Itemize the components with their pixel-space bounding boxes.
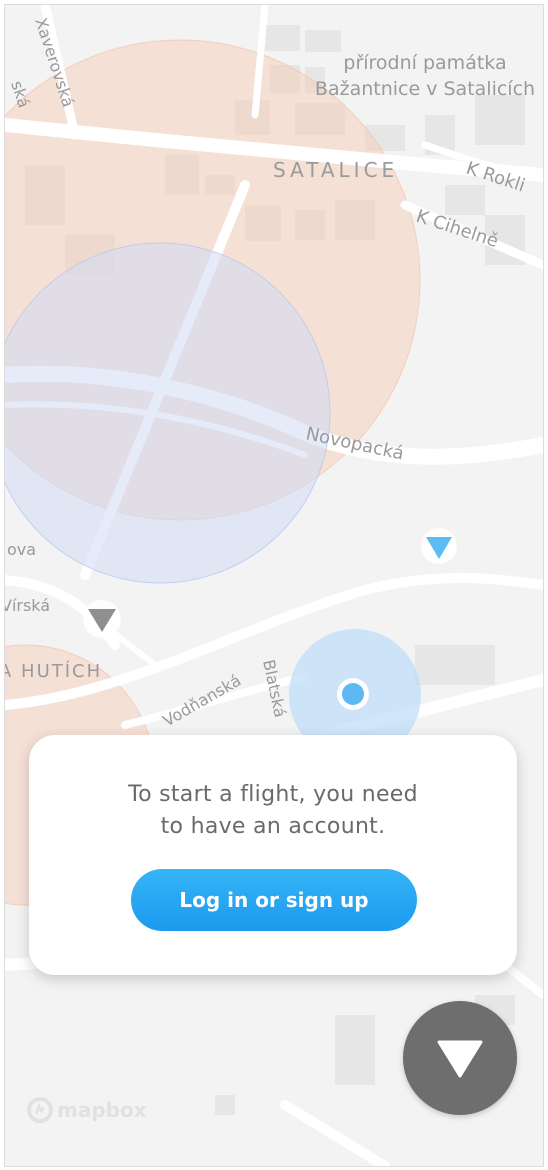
poi-label-line2: Bažantnice v Satalicích [315,78,535,100]
mapbox-logo-text: mapbox [57,1098,147,1122]
map-screen: přírodní památka Bažantnice v Satalicích… [4,4,544,1167]
mapbox-icon [27,1097,53,1123]
caution-zone [5,242,331,584]
drone-list-button[interactable] [403,1001,517,1115]
poi-label-line1: přírodní památka [343,52,506,74]
mapbox-logo: mapbox [27,1097,147,1123]
district-label-hutich: A HUTÍCH [5,660,102,682]
map-view[interactable]: přírodní památka Bažantnice v Satalicích… [5,5,543,1166]
street-label-ova: ova [7,540,36,559]
district-label-satalice: SATALICE [273,158,398,182]
account-required-message: To start a flight, you need to have an a… [29,779,517,843]
drone-marker-active[interactable] [421,528,457,564]
message-line-2: to have an account. [160,814,386,839]
message-line-1: To start a flight, you need [128,782,418,807]
triangle-down-icon [437,1040,483,1078]
login-signup-button[interactable]: Log in or sign up [131,869,417,931]
account-required-card: To start a flight, you need to have an a… [29,735,517,975]
street-label-virska: Vírská [5,596,50,615]
drone-marker-inactive[interactable] [83,600,121,638]
